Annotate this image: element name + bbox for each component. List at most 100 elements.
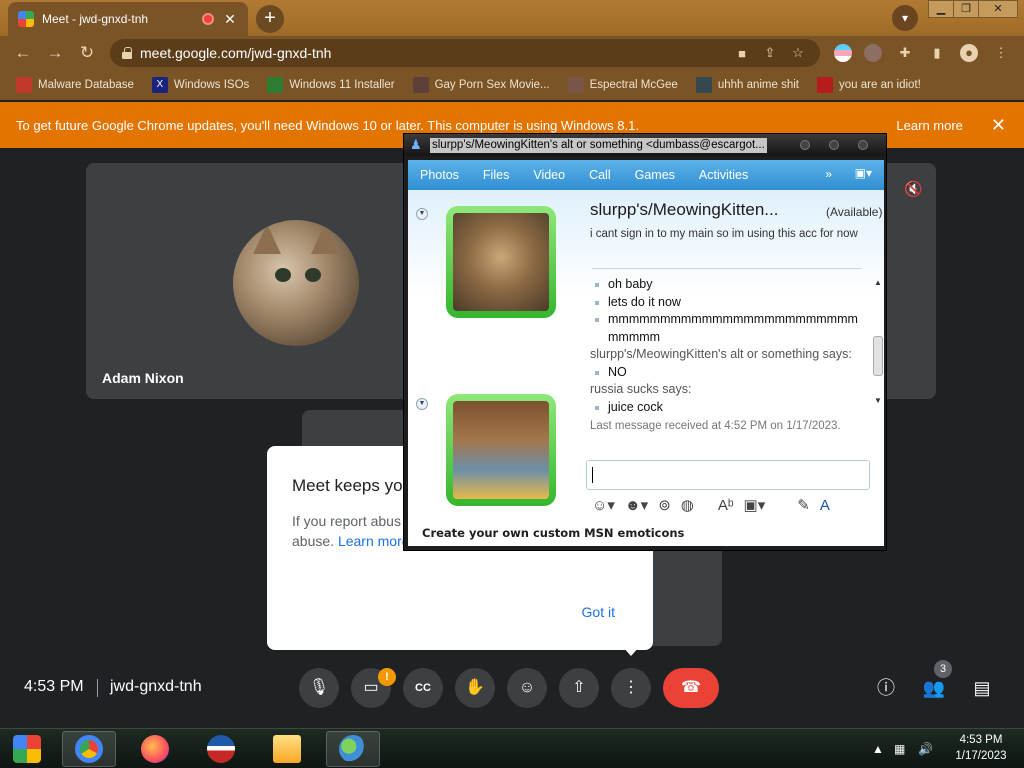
network-icon[interactable]: ▦ bbox=[894, 742, 905, 756]
emoji-icon: ☺ bbox=[518, 679, 536, 696]
infobar-message: To get future Google Chrome updates, you… bbox=[16, 117, 639, 133]
msn-menu-icon[interactable]: ▣▾ bbox=[855, 166, 872, 180]
scroll-down-icon[interactable]: ▼ bbox=[872, 396, 884, 408]
microphone-button[interactable]: 🎙 bbox=[299, 668, 339, 708]
profile-extension-icon[interactable] bbox=[864, 44, 882, 62]
got-it-button[interactable]: Got it bbox=[582, 604, 615, 620]
text-format-icon[interactable]: A bbox=[820, 497, 830, 514]
msn-tab-video[interactable]: Video bbox=[533, 168, 565, 182]
contact-display-picture[interactable] bbox=[446, 206, 556, 318]
show-hidden-icons-icon[interactable]: ▲ bbox=[872, 742, 884, 756]
lock-icon bbox=[122, 47, 132, 59]
voice-clip-icon[interactable]: ◍ bbox=[681, 496, 694, 514]
tab-search-button[interactable]: ▾ bbox=[892, 5, 918, 31]
bookmark-you-are-an-idiot[interactable]: you are an idiot! bbox=[817, 77, 921, 93]
msn-tab-games[interactable]: Games bbox=[635, 168, 675, 182]
taskbar-chrome[interactable] bbox=[62, 731, 116, 767]
camera-off-icon: ▭ bbox=[363, 679, 379, 696]
msn-tab-files[interactable]: Files bbox=[483, 168, 509, 182]
hang-up-icon: ☎ bbox=[681, 679, 701, 696]
emoticon-icon[interactable]: ☺▾ bbox=[592, 496, 615, 514]
collapse-caret-icon[interactable]: ▼ bbox=[416, 398, 428, 410]
taskbar-explorer[interactable] bbox=[260, 731, 314, 767]
taskbar-firefox[interactable] bbox=[128, 731, 182, 767]
bookmark-espectral-mcgee[interactable]: Espectral McGee bbox=[567, 77, 678, 93]
msn-titlebar[interactable]: ♟ slurpp's/MeowingKitten's alt or someth… bbox=[404, 134, 886, 156]
separator bbox=[97, 679, 98, 697]
chat-history: oh baby lets do it now mmmmmmmmmmmmmmmmm… bbox=[590, 276, 864, 436]
side-panel-icon[interactable]: ▮ bbox=[928, 44, 946, 62]
forward-icon[interactable]: → bbox=[44, 42, 66, 64]
tab-title: Meet - jwd-gnxd-tnh bbox=[42, 12, 149, 26]
bookmark-movie-site[interactable]: Gay Porn Sex Movie... bbox=[412, 77, 550, 93]
msn-tab-photos[interactable]: Photos bbox=[420, 168, 459, 182]
popup-title: Meet keeps yo bbox=[292, 476, 403, 495]
close-window-button[interactable]: ✕ bbox=[978, 0, 1018, 18]
taskbar-clock[interactable]: 4:53 PM 1/17/2023 bbox=[946, 732, 1016, 764]
menu-kebab-icon[interactable]: ⋮ bbox=[992, 44, 1010, 62]
bookmark-malware-database[interactable]: Malware Database bbox=[16, 77, 134, 93]
reactions-button[interactable]: ☺ bbox=[507, 668, 547, 708]
chat-icon[interactable]: ▤ bbox=[970, 676, 994, 700]
taskbar-app-blue[interactable] bbox=[194, 731, 248, 767]
msn-more-chevron-icon[interactable]: » bbox=[825, 167, 832, 181]
taskbar-msn[interactable] bbox=[326, 731, 380, 767]
scroll-up-icon[interactable]: ▲ bbox=[872, 278, 884, 290]
present-button[interactable]: ⇧ bbox=[559, 668, 599, 708]
nudge-icon[interactable]: ⊚ bbox=[658, 496, 671, 514]
share-icon[interactable]: ⇪ bbox=[760, 45, 780, 61]
bookmark-windows-11-installer[interactable]: Windows 11 Installer bbox=[267, 77, 395, 93]
muted-speaker-icon: 🔇 bbox=[904, 181, 923, 198]
puzzle-icon[interactable]: ✚ bbox=[896, 44, 914, 62]
maximize-button[interactable]: ❐ bbox=[953, 0, 979, 18]
emoticons-promo-link[interactable]: Create your own custom MSN emoticons bbox=[422, 526, 684, 540]
camera-icon[interactable]: ■ bbox=[732, 46, 752, 61]
handwriting-icon[interactable]: ✎ bbox=[797, 496, 810, 514]
profile-icon[interactable]: ● bbox=[960, 44, 978, 62]
windows-taskbar bbox=[0, 728, 1024, 768]
background-icon[interactable]: ▣▾ bbox=[744, 496, 766, 514]
bookmarks-bar: Malware Database X Windows ISOs Windows … bbox=[0, 70, 1024, 100]
reload-icon[interactable]: ↻ bbox=[76, 42, 98, 64]
end-call-button[interactable]: ☎ bbox=[663, 668, 719, 708]
msn-maximize-button[interactable] bbox=[829, 140, 839, 150]
address-bar[interactable]: meet.google.com/jwd-gnxd-tnh ■ ⇪ ☆ bbox=[110, 39, 820, 67]
volume-icon[interactable]: 🔊 bbox=[918, 742, 933, 756]
tab-close-icon[interactable]: ✕ bbox=[222, 11, 238, 28]
start-button[interactable] bbox=[0, 731, 54, 767]
people-icon[interactable]: 👥 bbox=[922, 676, 946, 700]
more-options-button[interactable]: ⋮ bbox=[611, 668, 651, 708]
scroll-thumb[interactable] bbox=[873, 336, 883, 376]
msn-minimize-button[interactable] bbox=[800, 140, 810, 150]
infobar-close-icon[interactable]: ✕ bbox=[991, 115, 1006, 136]
wink-icon[interactable]: ☻▾ bbox=[625, 496, 648, 514]
font-icon[interactable]: Aᵇ bbox=[718, 497, 734, 514]
learn-more-link[interactable]: Learn more bbox=[896, 118, 962, 133]
collapse-caret-icon[interactable]: ▼ bbox=[416, 208, 428, 220]
hand-icon: ✋ bbox=[465, 679, 485, 696]
user-display-picture[interactable] bbox=[446, 394, 556, 506]
meeting-time: 4:53 PM bbox=[24, 678, 84, 695]
bookmark-anime[interactable]: uhhh anime shit bbox=[695, 77, 799, 93]
back-icon[interactable]: ← bbox=[12, 42, 34, 64]
new-tab-button[interactable]: + bbox=[256, 5, 284, 33]
avatar-eye bbox=[275, 268, 291, 282]
bookmark-windows-isos[interactable]: X Windows ISOs bbox=[151, 77, 249, 93]
info-icon[interactable]: ⓘ bbox=[874, 676, 898, 700]
trans-flag-extension-icon[interactable] bbox=[834, 44, 852, 62]
tab-meet[interactable]: Meet - jwd-gnxd-tnh ✕ bbox=[8, 2, 248, 36]
captions-button[interactable]: CC bbox=[403, 668, 443, 708]
raise-hand-button[interactable]: ✋ bbox=[455, 668, 495, 708]
chat-scrollbar[interactable]: ▲ ▼ bbox=[872, 278, 884, 408]
msn-tab-call[interactable]: Call bbox=[589, 168, 611, 182]
clock-time: 4:53 PM bbox=[959, 734, 1003, 746]
text-cursor bbox=[592, 467, 593, 483]
message-input[interactable] bbox=[586, 460, 870, 490]
msn-close-button[interactable] bbox=[858, 140, 868, 150]
more-vert-icon: ⋮ bbox=[623, 679, 639, 696]
microphone-icon: 🎙 bbox=[308, 679, 330, 696]
minimize-button[interactable]: ▁ bbox=[928, 0, 954, 18]
msn-tab-activities[interactable]: Activities bbox=[699, 168, 748, 182]
app-icon bbox=[207, 735, 235, 763]
bookmark-star-icon[interactable]: ☆ bbox=[788, 45, 808, 61]
